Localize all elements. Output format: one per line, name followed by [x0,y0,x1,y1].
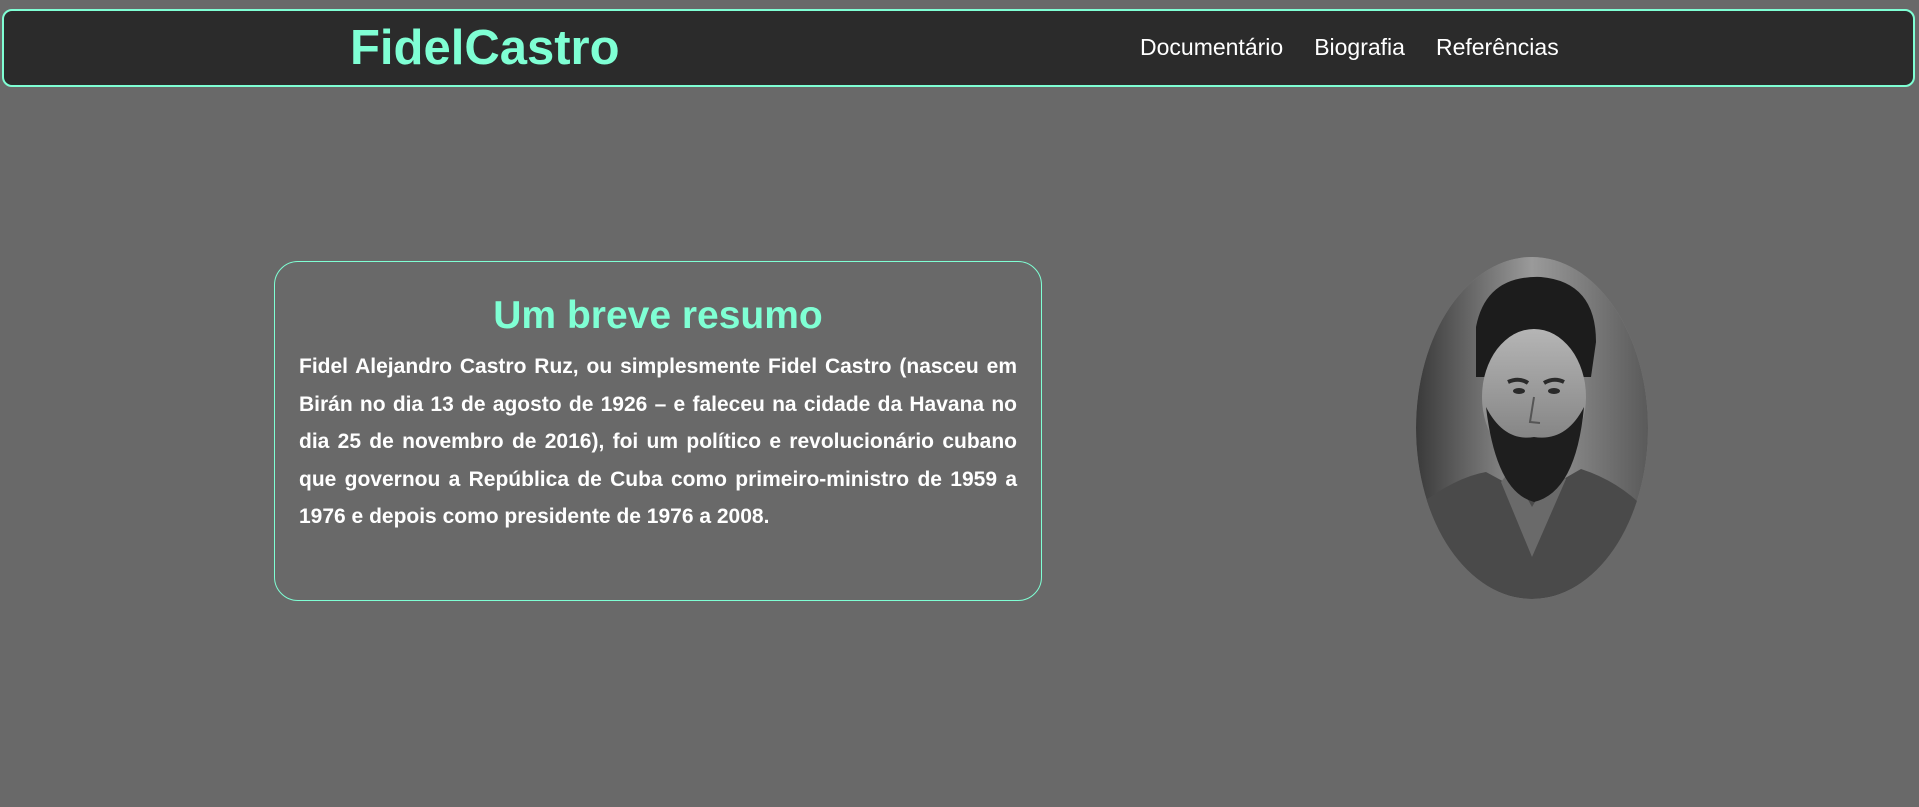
summary-title: Um breve resumo [493,294,823,337]
main-nav: Documentário Biografia Referências [1140,36,1559,59]
nav-link-referencias[interactable]: Referências [1436,36,1559,59]
portrait-photo-illustration [1416,257,1648,599]
summary-card: Um breve resumo Fidel Alejandro Castro R… [274,261,1042,601]
nav-link-documentario[interactable]: Documentário [1140,36,1283,59]
nav-link-biografia[interactable]: Biografia [1314,36,1405,59]
site-logo[interactable]: FidelCastro [350,24,620,73]
portrait-image [1416,257,1648,599]
summary-text: Fidel Alejandro Castro Ruz, ou simplesme… [299,355,1017,528]
site-header: FidelCastro Documentário Biografia Refer… [2,9,1915,87]
